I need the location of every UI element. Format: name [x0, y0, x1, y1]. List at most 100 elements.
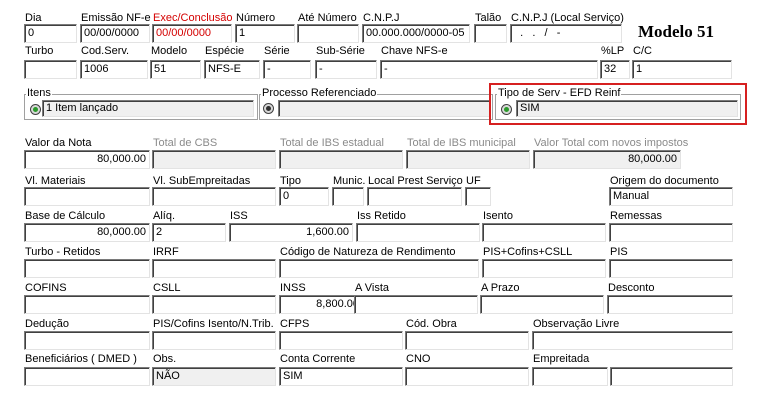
- csll-field[interactable]: [152, 295, 276, 314]
- cnpj-local-label: C.N.P.J (Local Serviço): [511, 12, 624, 24]
- sub-serie-label: Sub-Série: [316, 45, 365, 57]
- conta-corrente-field[interactable]: SIM: [279, 367, 403, 386]
- iss-retido-field[interactable]: [356, 223, 480, 242]
- munic-field[interactable]: [332, 187, 364, 206]
- iss-label: ISS: [230, 210, 248, 222]
- processo-field[interactable]: [278, 100, 490, 117]
- lp-label: %LP: [601, 45, 625, 57]
- inss-label: INSS: [280, 282, 306, 294]
- talao-field[interactable]: [474, 24, 507, 43]
- pis-label: PIS: [610, 246, 628, 258]
- aliq-field[interactable]: 2: [152, 223, 226, 242]
- turbo-field[interactable]: [24, 60, 77, 79]
- isento-label: Isento: [483, 210, 513, 222]
- pis-field[interactable]: [609, 259, 733, 278]
- pis-cofins-isento-field[interactable]: [152, 331, 276, 350]
- cod-obra-field[interactable]: [405, 331, 529, 350]
- empreitada-extra-field[interactable]: [610, 367, 733, 386]
- cod-natureza-field[interactable]: [279, 259, 479, 278]
- iss-field[interactable]: 1,600.00: [229, 223, 353, 242]
- irrf-field[interactable]: [152, 259, 276, 278]
- origem-label: Origem do documento: [610, 175, 719, 187]
- local-prest-field[interactable]: [367, 187, 462, 206]
- remessas-field[interactable]: [609, 223, 733, 242]
- serie-field[interactable]: -: [263, 60, 311, 79]
- total-ibs-est-field[interactable]: [279, 150, 403, 169]
- chave-label: Chave NFS-e: [381, 45, 448, 57]
- obs-livre-label: Observação Livre: [533, 318, 620, 330]
- total-cbs-label: Total de CBS: [153, 137, 218, 149]
- deducao-field[interactable]: [24, 331, 150, 350]
- exec-field[interactable]: 00/00/0000: [152, 24, 232, 43]
- tipo-label: Tipo: [280, 175, 301, 187]
- sub-serie-field[interactable]: -: [315, 60, 377, 79]
- especie-field[interactable]: NFS-E: [204, 60, 260, 79]
- cnpj-local-field[interactable]: . . / -: [510, 24, 622, 43]
- ate-numero-field[interactable]: [297, 24, 359, 43]
- obs-field[interactable]: NÃO: [152, 367, 276, 386]
- turbo-label: Turbo: [25, 45, 54, 57]
- vl-sub-field[interactable]: [152, 187, 276, 206]
- serie-label: Série: [264, 45, 290, 57]
- cnpj-label: C.N.P.J: [363, 12, 400, 24]
- vl-sub-label: Vl. SubEmpreitadas: [153, 175, 251, 187]
- radio-selected-icon[interactable]: [30, 104, 41, 115]
- cod-serv-field[interactable]: 1006: [80, 60, 148, 79]
- iss-retido-label: Iss Retido: [357, 210, 406, 222]
- conta-corrente-label: Conta Corrente: [280, 353, 356, 365]
- obs-livre-field[interactable]: [532, 331, 733, 350]
- processo-label: Processo Referenciado: [261, 87, 378, 99]
- valor-total-field[interactable]: 80,000.00: [533, 150, 681, 169]
- desconto-field[interactable]: [607, 295, 733, 314]
- obs-label: Obs.: [153, 353, 177, 365]
- base-calc-field[interactable]: 80,000.00: [24, 223, 150, 242]
- cod-natureza-label: Código de Natureza de Rendimento: [280, 246, 456, 258]
- empreitada-field[interactable]: [532, 367, 608, 386]
- total-ibs-mun-field[interactable]: [406, 150, 530, 169]
- numero-label: Número: [236, 12, 276, 24]
- lp-field[interactable]: 32: [600, 60, 630, 79]
- origem-field[interactable]: Manual: [609, 187, 733, 206]
- uf-field[interactable]: [465, 187, 491, 206]
- cofins-field[interactable]: [24, 295, 150, 314]
- isento-field[interactable]: [482, 223, 606, 242]
- radio-selected-icon[interactable]: [501, 104, 512, 115]
- dia-field[interactable]: 0: [24, 24, 77, 43]
- pis-cofins-csll-label: PIS+Cofins+CSLL: [483, 246, 573, 258]
- total-cbs-field[interactable]: [152, 150, 276, 169]
- munic-label: Munic.: [333, 175, 366, 187]
- chave-field[interactable]: -: [380, 60, 598, 79]
- total-ibs-est-label: Total de IBS estadual: [280, 137, 384, 149]
- dia-label: Dia: [25, 12, 42, 24]
- especie-label: Espécie: [205, 45, 245, 57]
- emissao-label: Emissão NF-e: [81, 12, 151, 24]
- total-ibs-mun-label: Total de IBS municipal: [407, 137, 516, 149]
- vl-materiais-field[interactable]: [24, 187, 150, 206]
- inss-field[interactable]: 8,800.00: [279, 295, 363, 314]
- vl-materiais-label: Vl. Materiais: [25, 175, 86, 187]
- modelo-field[interactable]: 51: [150, 60, 201, 79]
- itens-field[interactable]: 1 Item lançado: [42, 100, 254, 117]
- turbo-retidos-field[interactable]: [24, 259, 150, 278]
- a-prazo-label: A Prazo: [481, 282, 520, 294]
- valor-nota-field[interactable]: 80,000.00: [24, 150, 150, 169]
- a-prazo-field[interactable]: [480, 295, 604, 314]
- uf-label: UF: [466, 175, 481, 187]
- csll-label: CSLL: [153, 282, 181, 294]
- turbo-retidos-label: Turbo - Retidos: [25, 246, 101, 258]
- tipo-field[interactable]: 0: [279, 187, 329, 206]
- radio-unselected-icon[interactable]: [263, 103, 274, 114]
- emissao-field[interactable]: 00/00/0000: [80, 24, 150, 43]
- cc-field[interactable]: 1: [632, 60, 732, 79]
- cc-label: C/C: [633, 45, 652, 57]
- cfps-field[interactable]: [279, 331, 403, 350]
- cod-obra-label: Cód. Obra: [406, 318, 457, 330]
- a-vista-field[interactable]: [354, 295, 478, 314]
- cnpj-field[interactable]: 00.000.000/0000-05: [362, 24, 470, 43]
- exec-label: Exec/Conclusão: [153, 12, 233, 24]
- pis-cofins-csll-field[interactable]: [482, 259, 606, 278]
- numero-field[interactable]: 1: [235, 24, 295, 43]
- tipo-serv-field[interactable]: SIM: [516, 100, 738, 117]
- beneficiarios-field[interactable]: [24, 367, 150, 386]
- cno-field[interactable]: [405, 367, 529, 386]
